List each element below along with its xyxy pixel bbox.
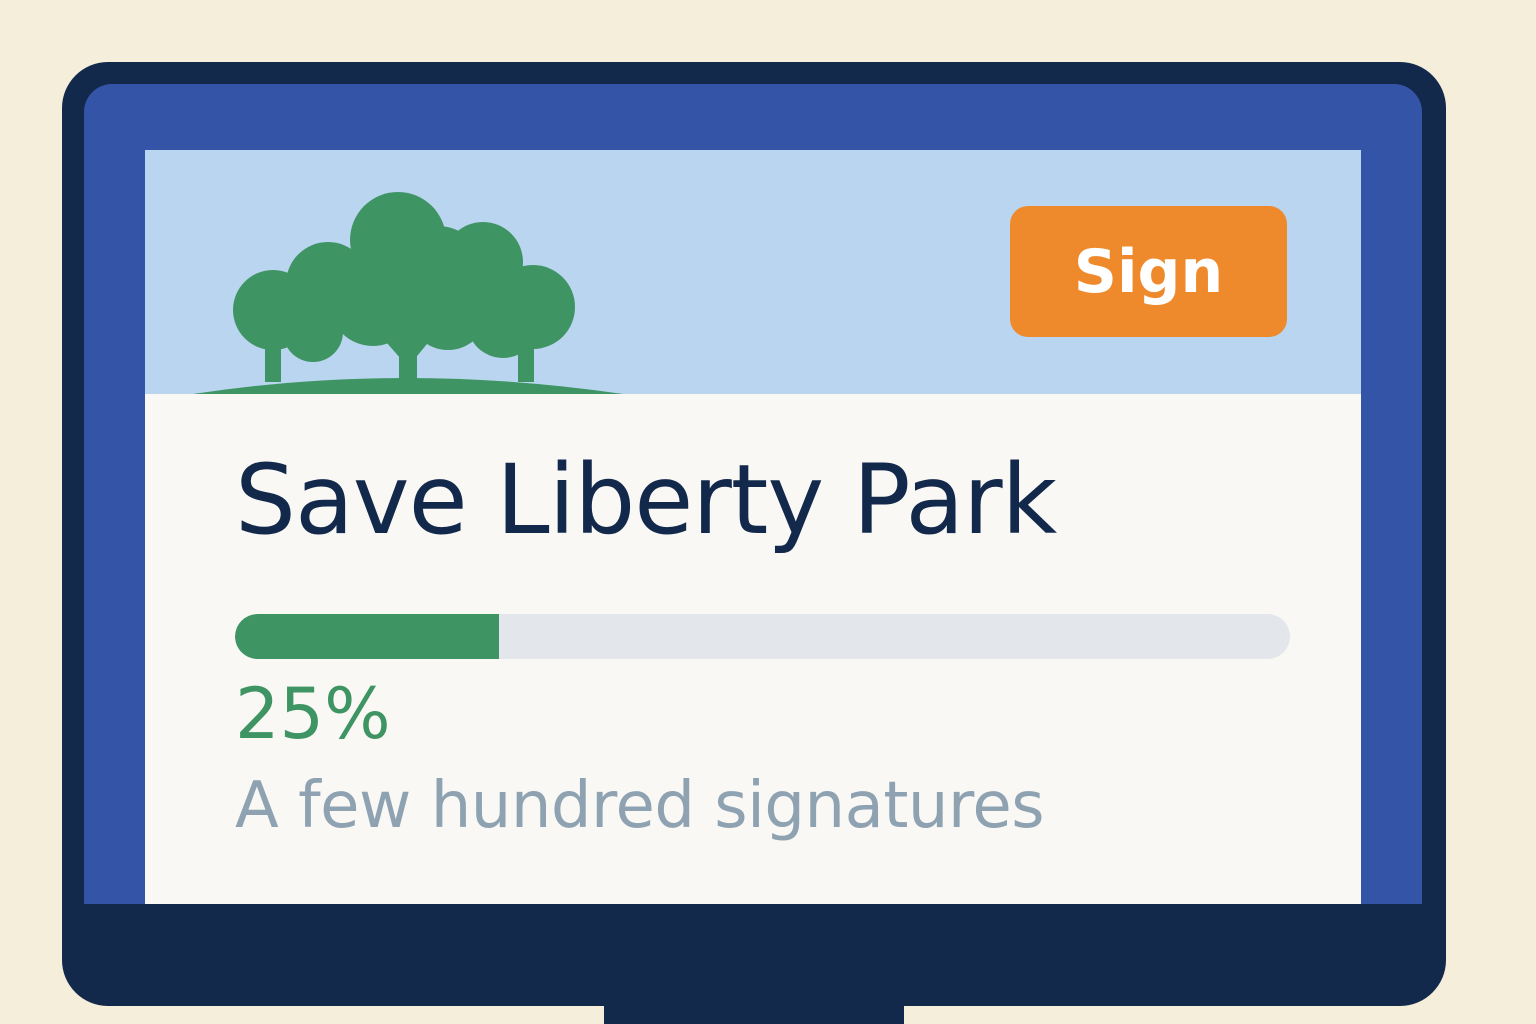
signature-count-text: A few hundred signatures [235, 769, 1045, 843]
signature-progress-bar [235, 614, 1290, 659]
progress-percent: 25% [235, 673, 391, 755]
scene: Sign Save Liberty Park 25% A few hundred… [0, 0, 1536, 1024]
park-trees-icon [193, 192, 623, 394]
signature-progress-fill [235, 614, 499, 659]
petition-page: Sign Save Liberty Park 25% A few hundred… [145, 150, 1361, 904]
sign-button[interactable]: Sign [1010, 206, 1287, 337]
monitor-stand [604, 1004, 904, 1024]
hero-banner: Sign [145, 150, 1361, 394]
page-title: Save Liberty Park [235, 444, 1057, 556]
